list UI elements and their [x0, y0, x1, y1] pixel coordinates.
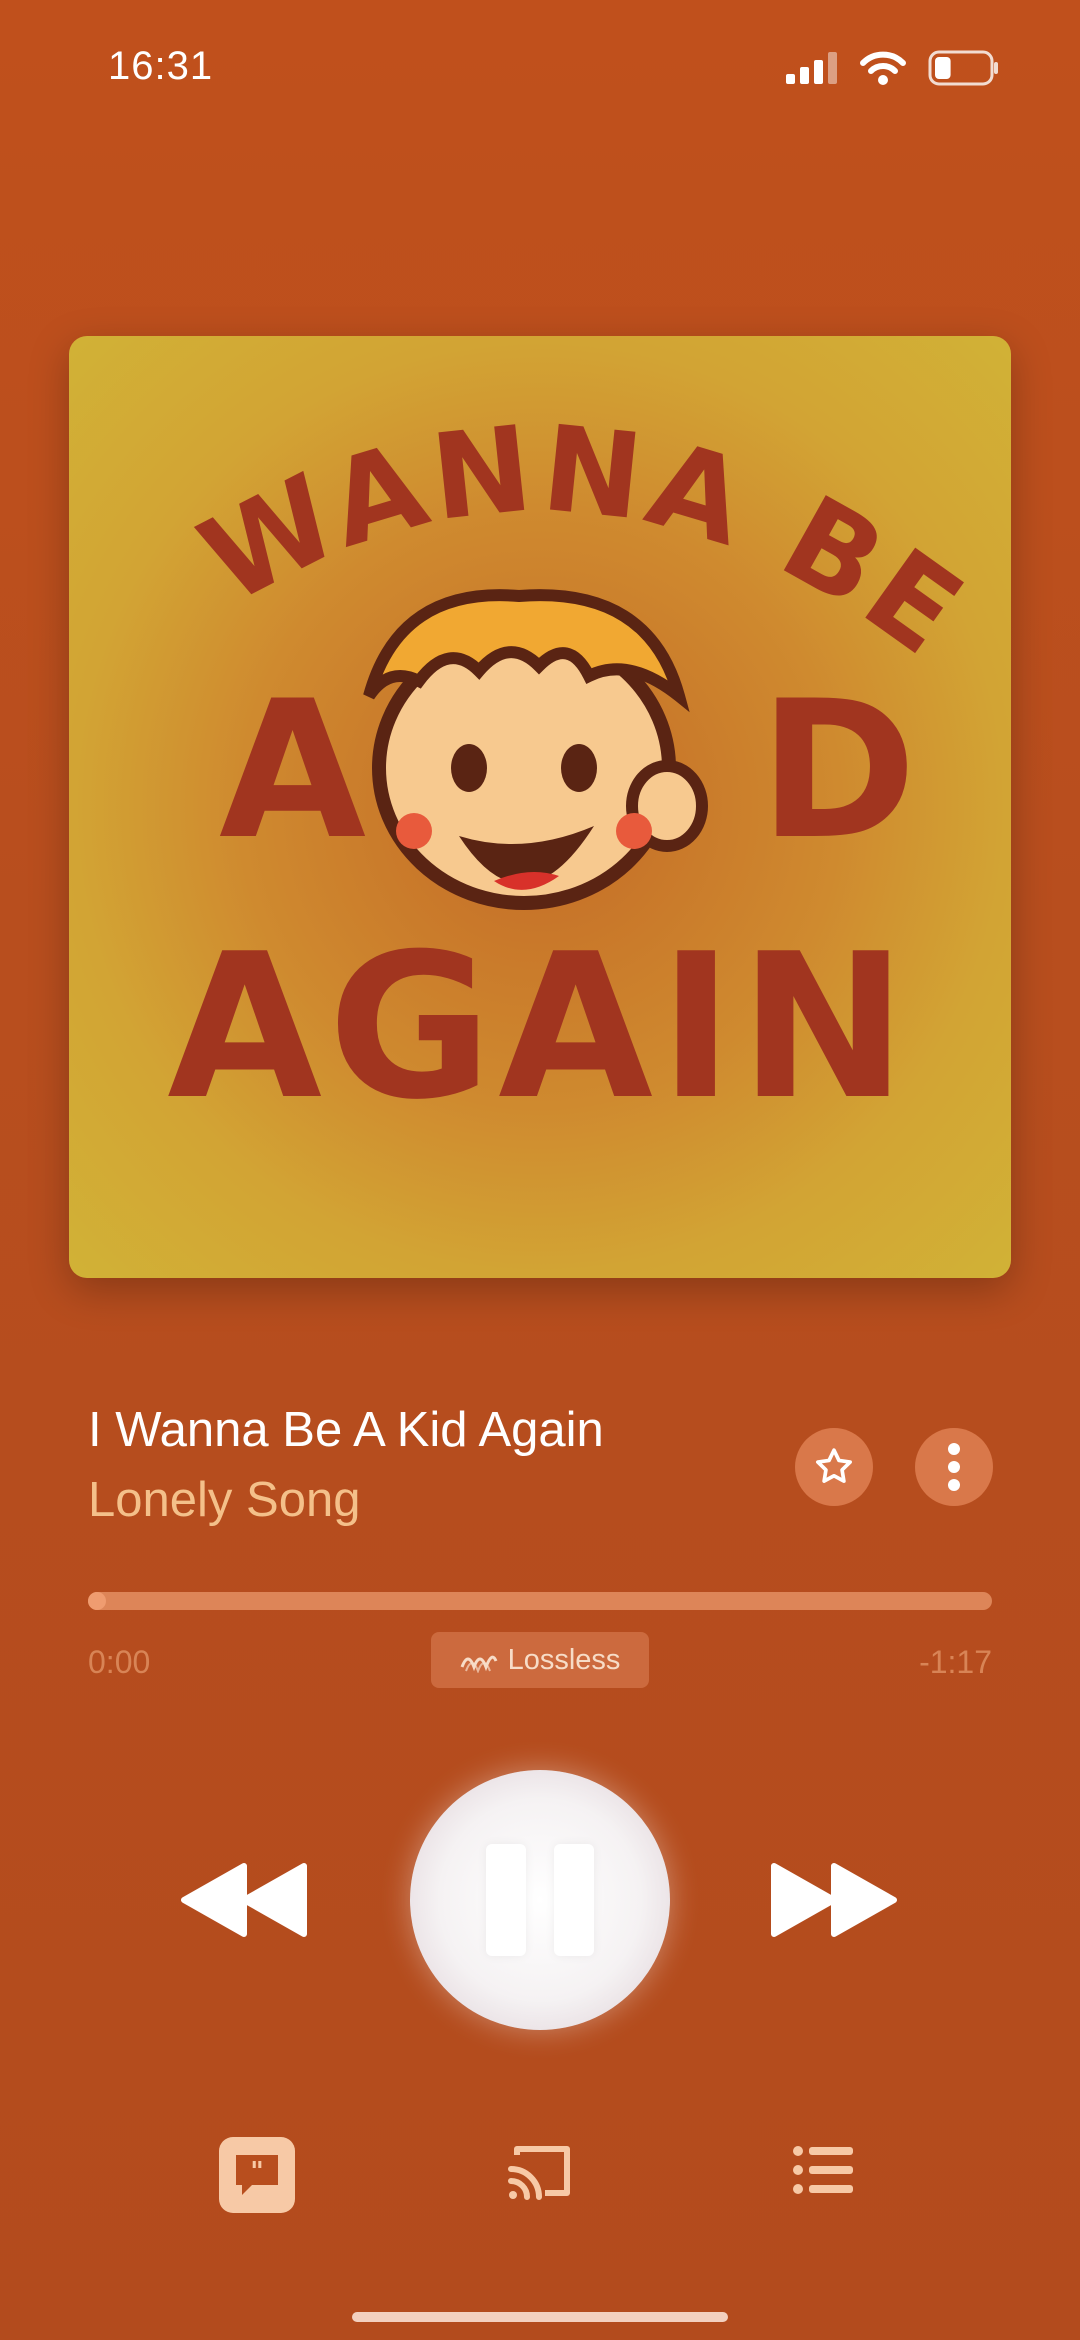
track-artist[interactable]: Lonely Song [88, 1472, 360, 1528]
more-options-button[interactable] [915, 1428, 993, 1506]
progress-fill [88, 1592, 106, 1610]
cast-icon [508, 2146, 570, 2200]
home-indicator[interactable] [352, 2312, 728, 2322]
pause-icon-bar-2 [554, 1844, 594, 1956]
favorite-button[interactable] [795, 1428, 873, 1506]
signal-icon [786, 52, 837, 84]
progress-slider[interactable] [88, 1592, 992, 1610]
elapsed-time: 0:00 [88, 1644, 151, 1680]
lyrics-icon: " [236, 2155, 278, 2195]
pause-icon [486, 1844, 526, 1956]
lossless-wave-icon [460, 1655, 497, 1673]
track-title: I Wanna Be A Kid Again [88, 1403, 604, 1457]
art-text-bottom: AGAIN [167, 911, 913, 1144]
album-art-graphic: I WANNA BE A D AGAIN [69, 336, 985, 1144]
battery-icon [928, 50, 998, 86]
svg-text:": " [250, 2157, 264, 2187]
pause-button[interactable] [410, 1770, 670, 2030]
art-text-a: A [219, 660, 366, 881]
fast-forward-icon [771, 1863, 897, 1937]
lyrics-button[interactable]: " [219, 2137, 295, 2213]
remaining-time: -1:17 [919, 1644, 992, 1680]
fast-forward-button[interactable] [768, 1860, 898, 1945]
queue-button[interactable] [793, 2145, 853, 2200]
star-icon [816, 1448, 852, 1483]
lossless-label: Lossless [507, 1643, 621, 1676]
lossless-badge[interactable]: Lossless [431, 1632, 649, 1688]
cast-button[interactable] [505, 2143, 573, 2208]
rewind-button[interactable] [180, 1860, 310, 1945]
status-time: 16:31 [108, 44, 214, 88]
queue-list-icon [793, 2146, 853, 2194]
status-icons [786, 50, 1000, 86]
more-vertical-icon [948, 1443, 960, 1491]
art-text-d: D [759, 660, 917, 881]
rewind-icon [181, 1863, 307, 1937]
wifi-icon [860, 51, 906, 85]
album-art: I WANNA BE A D AGAIN [69, 336, 1011, 1278]
kid-face-illustration [363, 589, 708, 910]
